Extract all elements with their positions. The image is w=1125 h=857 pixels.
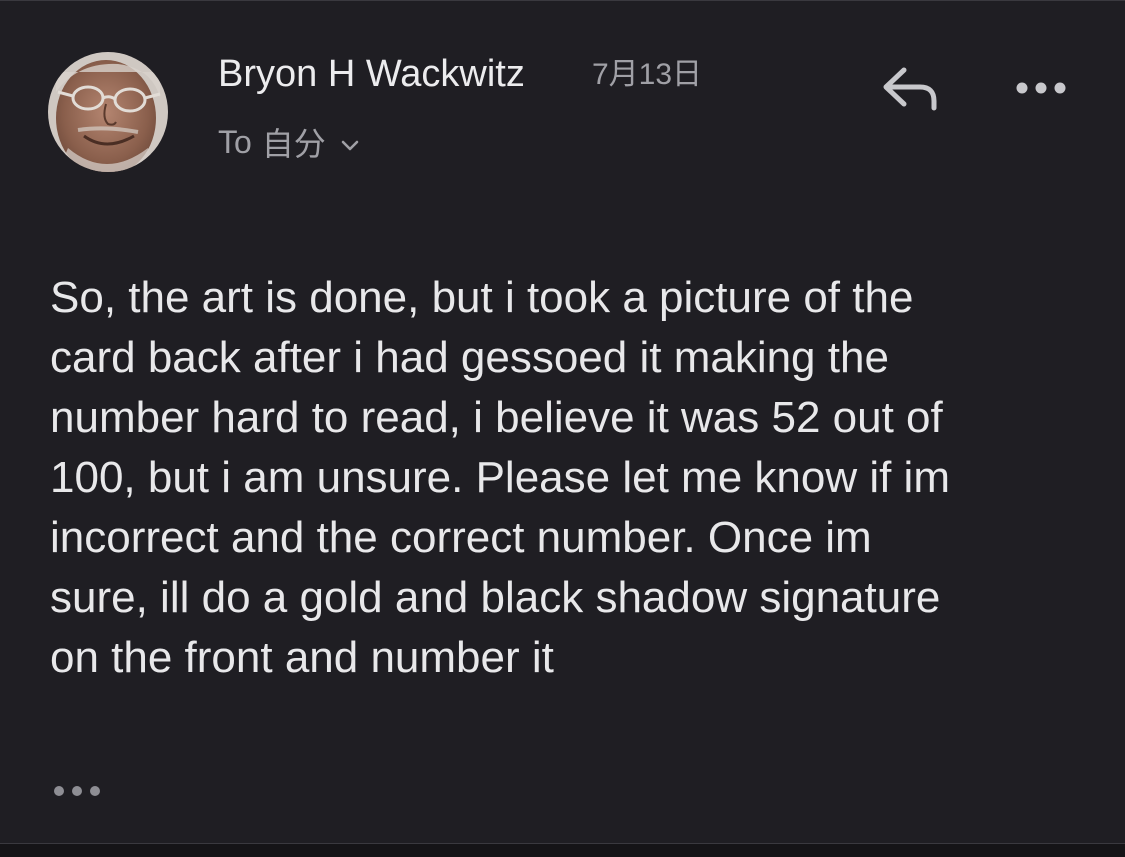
recipient-row[interactable]: To 自分 [218,120,360,164]
recipient-prefix: To [218,123,252,160]
avatar-photo [48,52,168,172]
more-options-button[interactable] [1012,68,1070,108]
show-trimmed-content-button[interactable] [48,774,108,808]
ellipsis-icon [54,786,100,796]
top-divider [0,0,1125,1]
more-horizontal-icon [1016,82,1066,94]
email-body: So, the art is done, but i took a pictur… [50,273,950,682]
reply-arrow-icon [883,67,937,111]
sender-avatar[interactable] [48,52,168,172]
sender-name[interactable]: Bryon H Wackwitz [218,52,525,96]
reply-button[interactable] [876,60,942,116]
email-date: 7月13日 [592,58,703,91]
recipient-name: 自分 [261,126,326,162]
chevron-down-icon[interactable] [340,124,360,161]
next-message-edge [0,844,1125,857]
